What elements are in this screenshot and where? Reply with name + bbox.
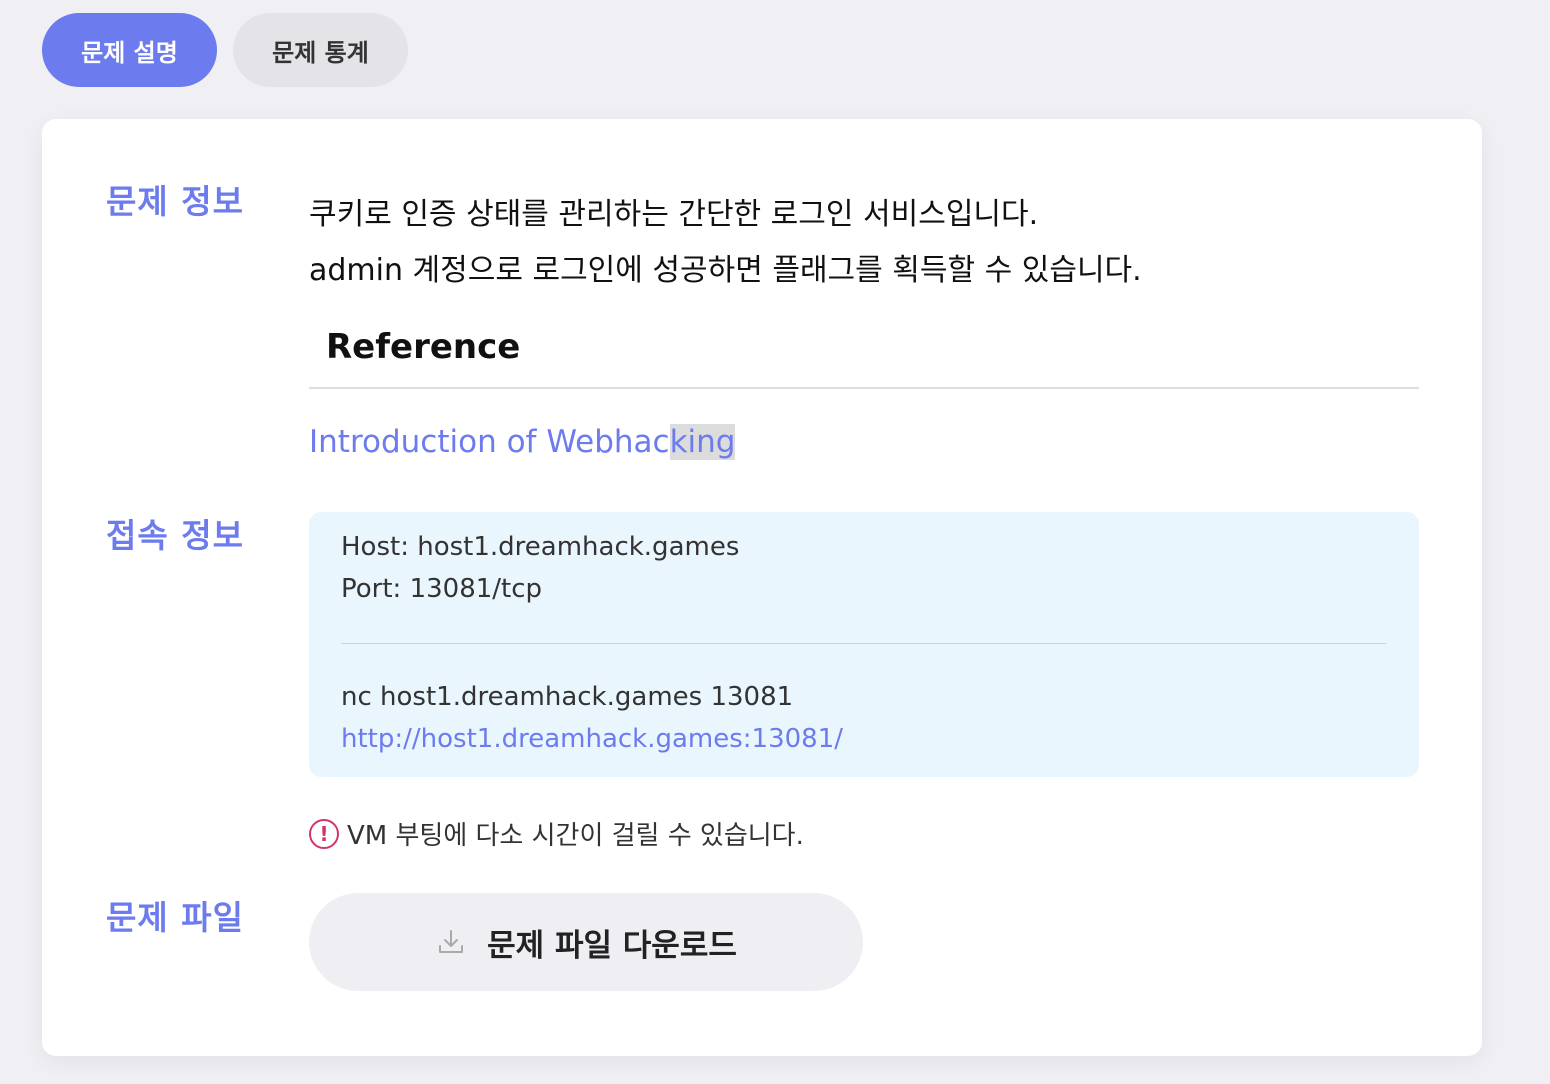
challenge-card: 문제 정보 쿠키로 인증 상태를 관리하는 간단한 로그인 서비스입니다. ad… [42, 119, 1482, 1056]
download-button-label: 문제 파일 다운로드 [487, 927, 737, 964]
reference-link[interactable]: Introduction of Webhacking [309, 416, 736, 468]
connection-divider [341, 643, 1386, 644]
vm-boot-notice-text: VM 부팅에 다소 시간이 걸릴 수 있습니다. [347, 821, 804, 851]
reference-title: Reference [326, 327, 521, 367]
connection-nc-command: nc host1.dreamhack.games 13081 [341, 682, 794, 712]
vm-boot-notice: ! VM 부팅에 다소 시간이 걸릴 수 있습니다. [309, 815, 804, 852]
reference-divider [309, 387, 1419, 389]
exclamation-circle-icon: ! [309, 818, 339, 849]
section-label-file: 문제 파일 [106, 898, 244, 937]
section-label-info: 문제 정보 [106, 182, 244, 221]
tab-description[interactable]: 문제 설명 [42, 13, 217, 87]
connection-port: Port: 13081/tcp [341, 574, 543, 604]
connection-host: Host: host1.dreamhack.games [341, 532, 740, 562]
reference-link-selected-text: king [669, 424, 736, 460]
tab-statistics[interactable]: 문제 통계 [233, 13, 408, 87]
description-line-1: 쿠키로 인증 상태를 관리하는 간단한 로그인 서비스입니다. [309, 197, 1039, 232]
tab-bar: 문제 설명 문제 통계 [42, 13, 408, 87]
description-line-2: admin 계정으로 로그인에 성공하면 플래그를 획득할 수 있습니다. [309, 253, 1142, 288]
challenge-description: 쿠키로 인증 상태를 관리하는 간단한 로그인 서비스입니다. admin 계정… [309, 187, 1142, 299]
download-file-button[interactable]: 문제 파일 다운로드 [309, 893, 863, 991]
connection-info-box: Host: host1.dreamhack.games Port: 13081/… [309, 512, 1419, 777]
download-icon [439, 930, 464, 953]
connection-url-link[interactable]: http://host1.dreamhack.games:13081/ [341, 724, 843, 754]
section-label-connect: 접속 정보 [106, 516, 244, 555]
reference-link-text: Introduction of Webhac [309, 424, 670, 460]
